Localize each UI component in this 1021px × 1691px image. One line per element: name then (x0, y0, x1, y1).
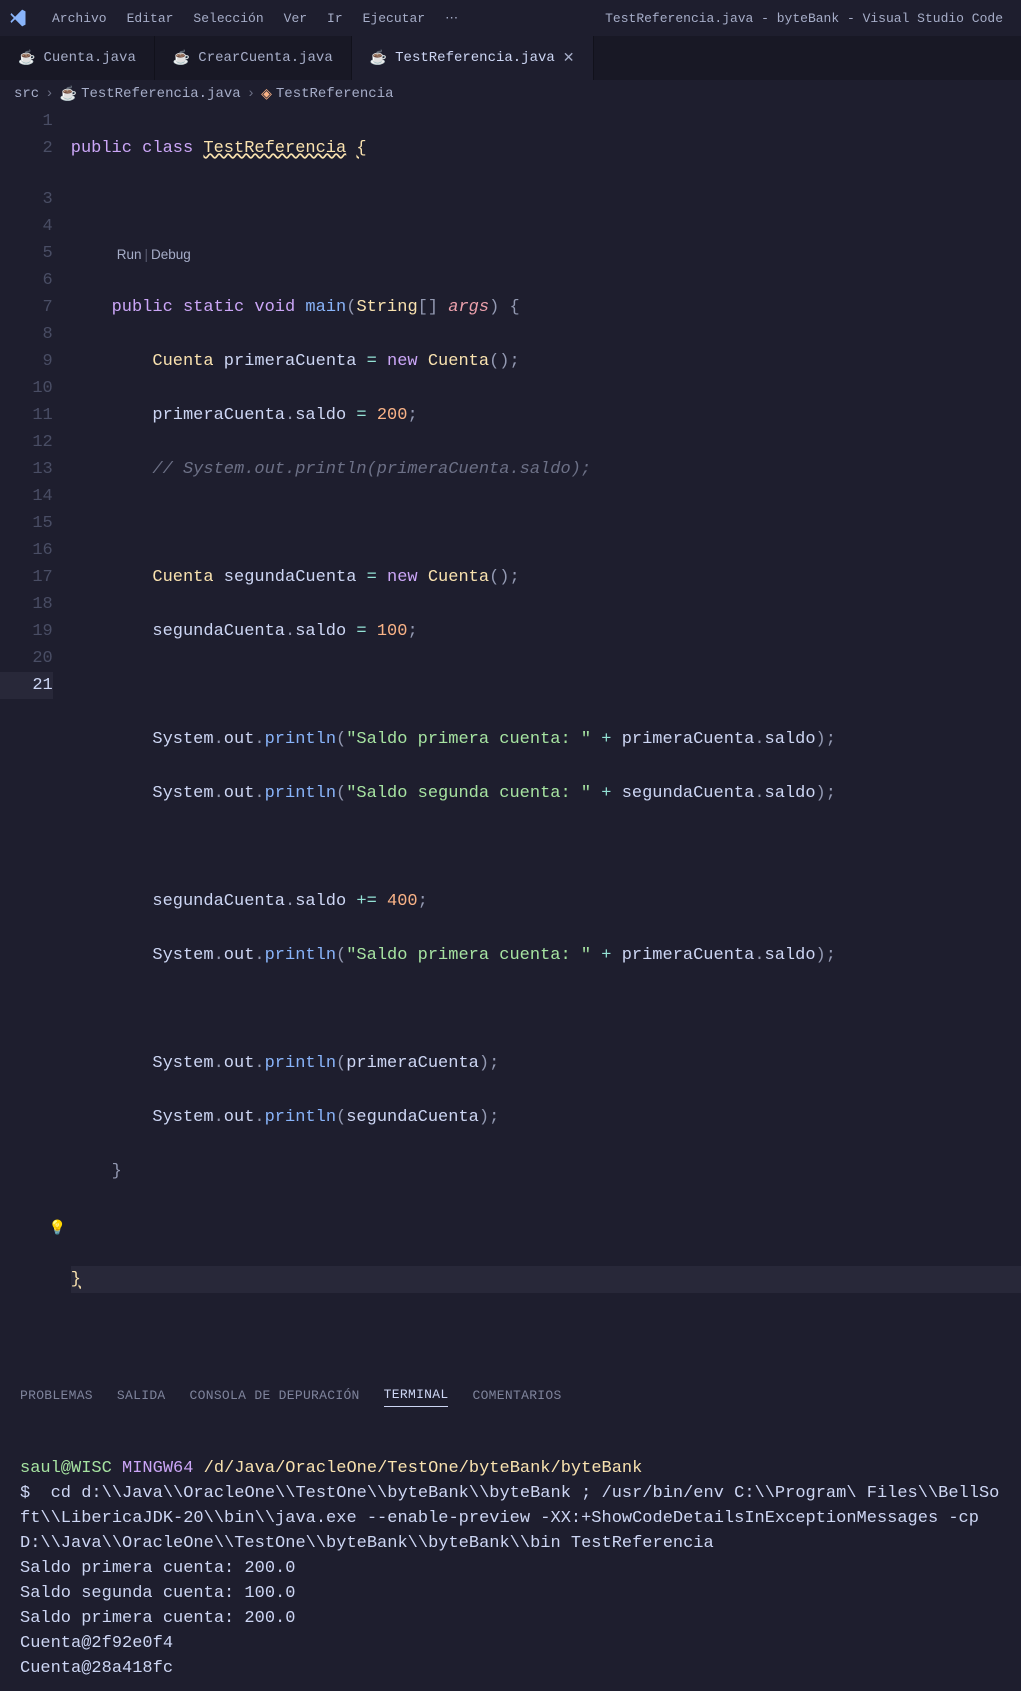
java-icon: ☕ (173, 50, 190, 67)
tab-label: Cuenta.java (43, 50, 135, 66)
editor-tabbar: ☕ Cuenta.java ☕ CrearCuenta.java ☕ TestR… (0, 36, 1021, 80)
breadcrumb[interactable]: src › ☕ TestReferencia.java › ◈ TestRefe… (0, 80, 1021, 108)
menu-editar[interactable]: Editar (117, 7, 184, 30)
breadcrumb-src[interactable]: src (14, 86, 39, 102)
breadcrumb-symbol[interactable]: ◈ TestReferencia (261, 86, 393, 103)
codelens-debug[interactable]: Debug (151, 247, 191, 262)
menu-archivo[interactable]: Archivo (42, 7, 117, 30)
terminal-prompt: $ (20, 1484, 30, 1503)
terminal-output-line: Saldo segunda cuenta: 100.0 (20, 1584, 295, 1603)
terminal-cmd: cd d:\\Java\\OracleOne\\TestOne\\byteBan… (20, 1484, 999, 1553)
java-icon: ☕ (370, 50, 387, 67)
chevron-right-icon: › (45, 86, 53, 102)
close-icon[interactable]: ✕ (563, 50, 575, 67)
menu-ejecutar[interactable]: Ejecutar (353, 7, 435, 30)
breadcrumb-label: TestReferencia (276, 86, 394, 102)
terminal[interactable]: saul@WISC MINGW64 /d/Java/OracleOne/Test… (0, 1413, 1021, 1691)
tab-label: CrearCuenta.java (198, 50, 332, 66)
terminal-shell: MINGW64 (122, 1459, 193, 1478)
lightbulb-icon[interactable]: 💡 (49, 1216, 66, 1243)
terminal-output-line: Cuenta@2f92e0f4 (20, 1634, 173, 1653)
window-title: TestReferencia.java - byteBank - Visual … (605, 11, 1013, 26)
terminal-output-line: Cuenta@28a418fc (20, 1659, 173, 1678)
chevron-right-icon: › (247, 86, 255, 102)
menu-overflow-icon[interactable]: ⋯ (435, 7, 468, 30)
vscode-logo-icon (8, 8, 28, 28)
java-icon: ☕ (60, 86, 77, 103)
terminal-output-line: Saldo primera cuenta: 200.0 (20, 1609, 295, 1628)
tab-crearcuenta-java[interactable]: ☕ CrearCuenta.java (155, 36, 352, 80)
terminal-output-line: Saldo primera cuenta: 200.0 (20, 1559, 295, 1578)
line-number-gutter: 1 2 x 3 4 5 6 7 8 9 10 11 12 13 14 15 16… (0, 108, 71, 1347)
panel-tab-salida[interactable]: SALIDA (117, 1384, 166, 1407)
panel-tab-problemas[interactable]: PROBLEMAS (20, 1384, 93, 1407)
symbol-class-icon: ◈ (261, 86, 272, 103)
breadcrumb-file[interactable]: ☕ TestReferencia.java (60, 86, 241, 103)
tab-cuenta-java[interactable]: ☕ Cuenta.java (0, 36, 155, 80)
menu-ver[interactable]: Ver (274, 7, 317, 30)
tab-label: TestReferencia.java (395, 50, 555, 66)
codelens-run[interactable]: Run (117, 247, 142, 262)
titlebar: Archivo Editar Selección Ver Ir Ejecutar… (0, 0, 1021, 36)
panel-tabbar: PROBLEMAS SALIDA CONSOLA DE DEPURACIÓN T… (0, 1377, 1021, 1413)
terminal-user: saul@WISC (20, 1459, 112, 1478)
panel-tab-consola[interactable]: CONSOLA DE DEPURACIÓN (190, 1384, 360, 1407)
menu-seleccion[interactable]: Selección (183, 7, 273, 30)
breadcrumb-label: TestReferencia.java (81, 86, 241, 102)
menu-ir[interactable]: Ir (317, 7, 353, 30)
panel-tab-terminal[interactable]: TERMINAL (384, 1383, 449, 1407)
code-editor[interactable]: 1 2 x 3 4 5 6 7 8 9 10 11 12 13 14 15 16… (0, 108, 1021, 1347)
panel-tab-comentarios[interactable]: COMENTARIOS (472, 1384, 561, 1407)
terminal-cwd: /d/Java/OracleOne/TestOne/byteBank/byteB… (204, 1459, 643, 1478)
code-content[interactable]: public class TestReferencia { Run|Debug … (71, 108, 1021, 1347)
codelens[interactable]: Run|Debug (71, 243, 1021, 267)
java-icon: ☕ (18, 50, 35, 67)
tab-testreferencia-java[interactable]: ☕ TestReferencia.java ✕ (352, 36, 594, 80)
